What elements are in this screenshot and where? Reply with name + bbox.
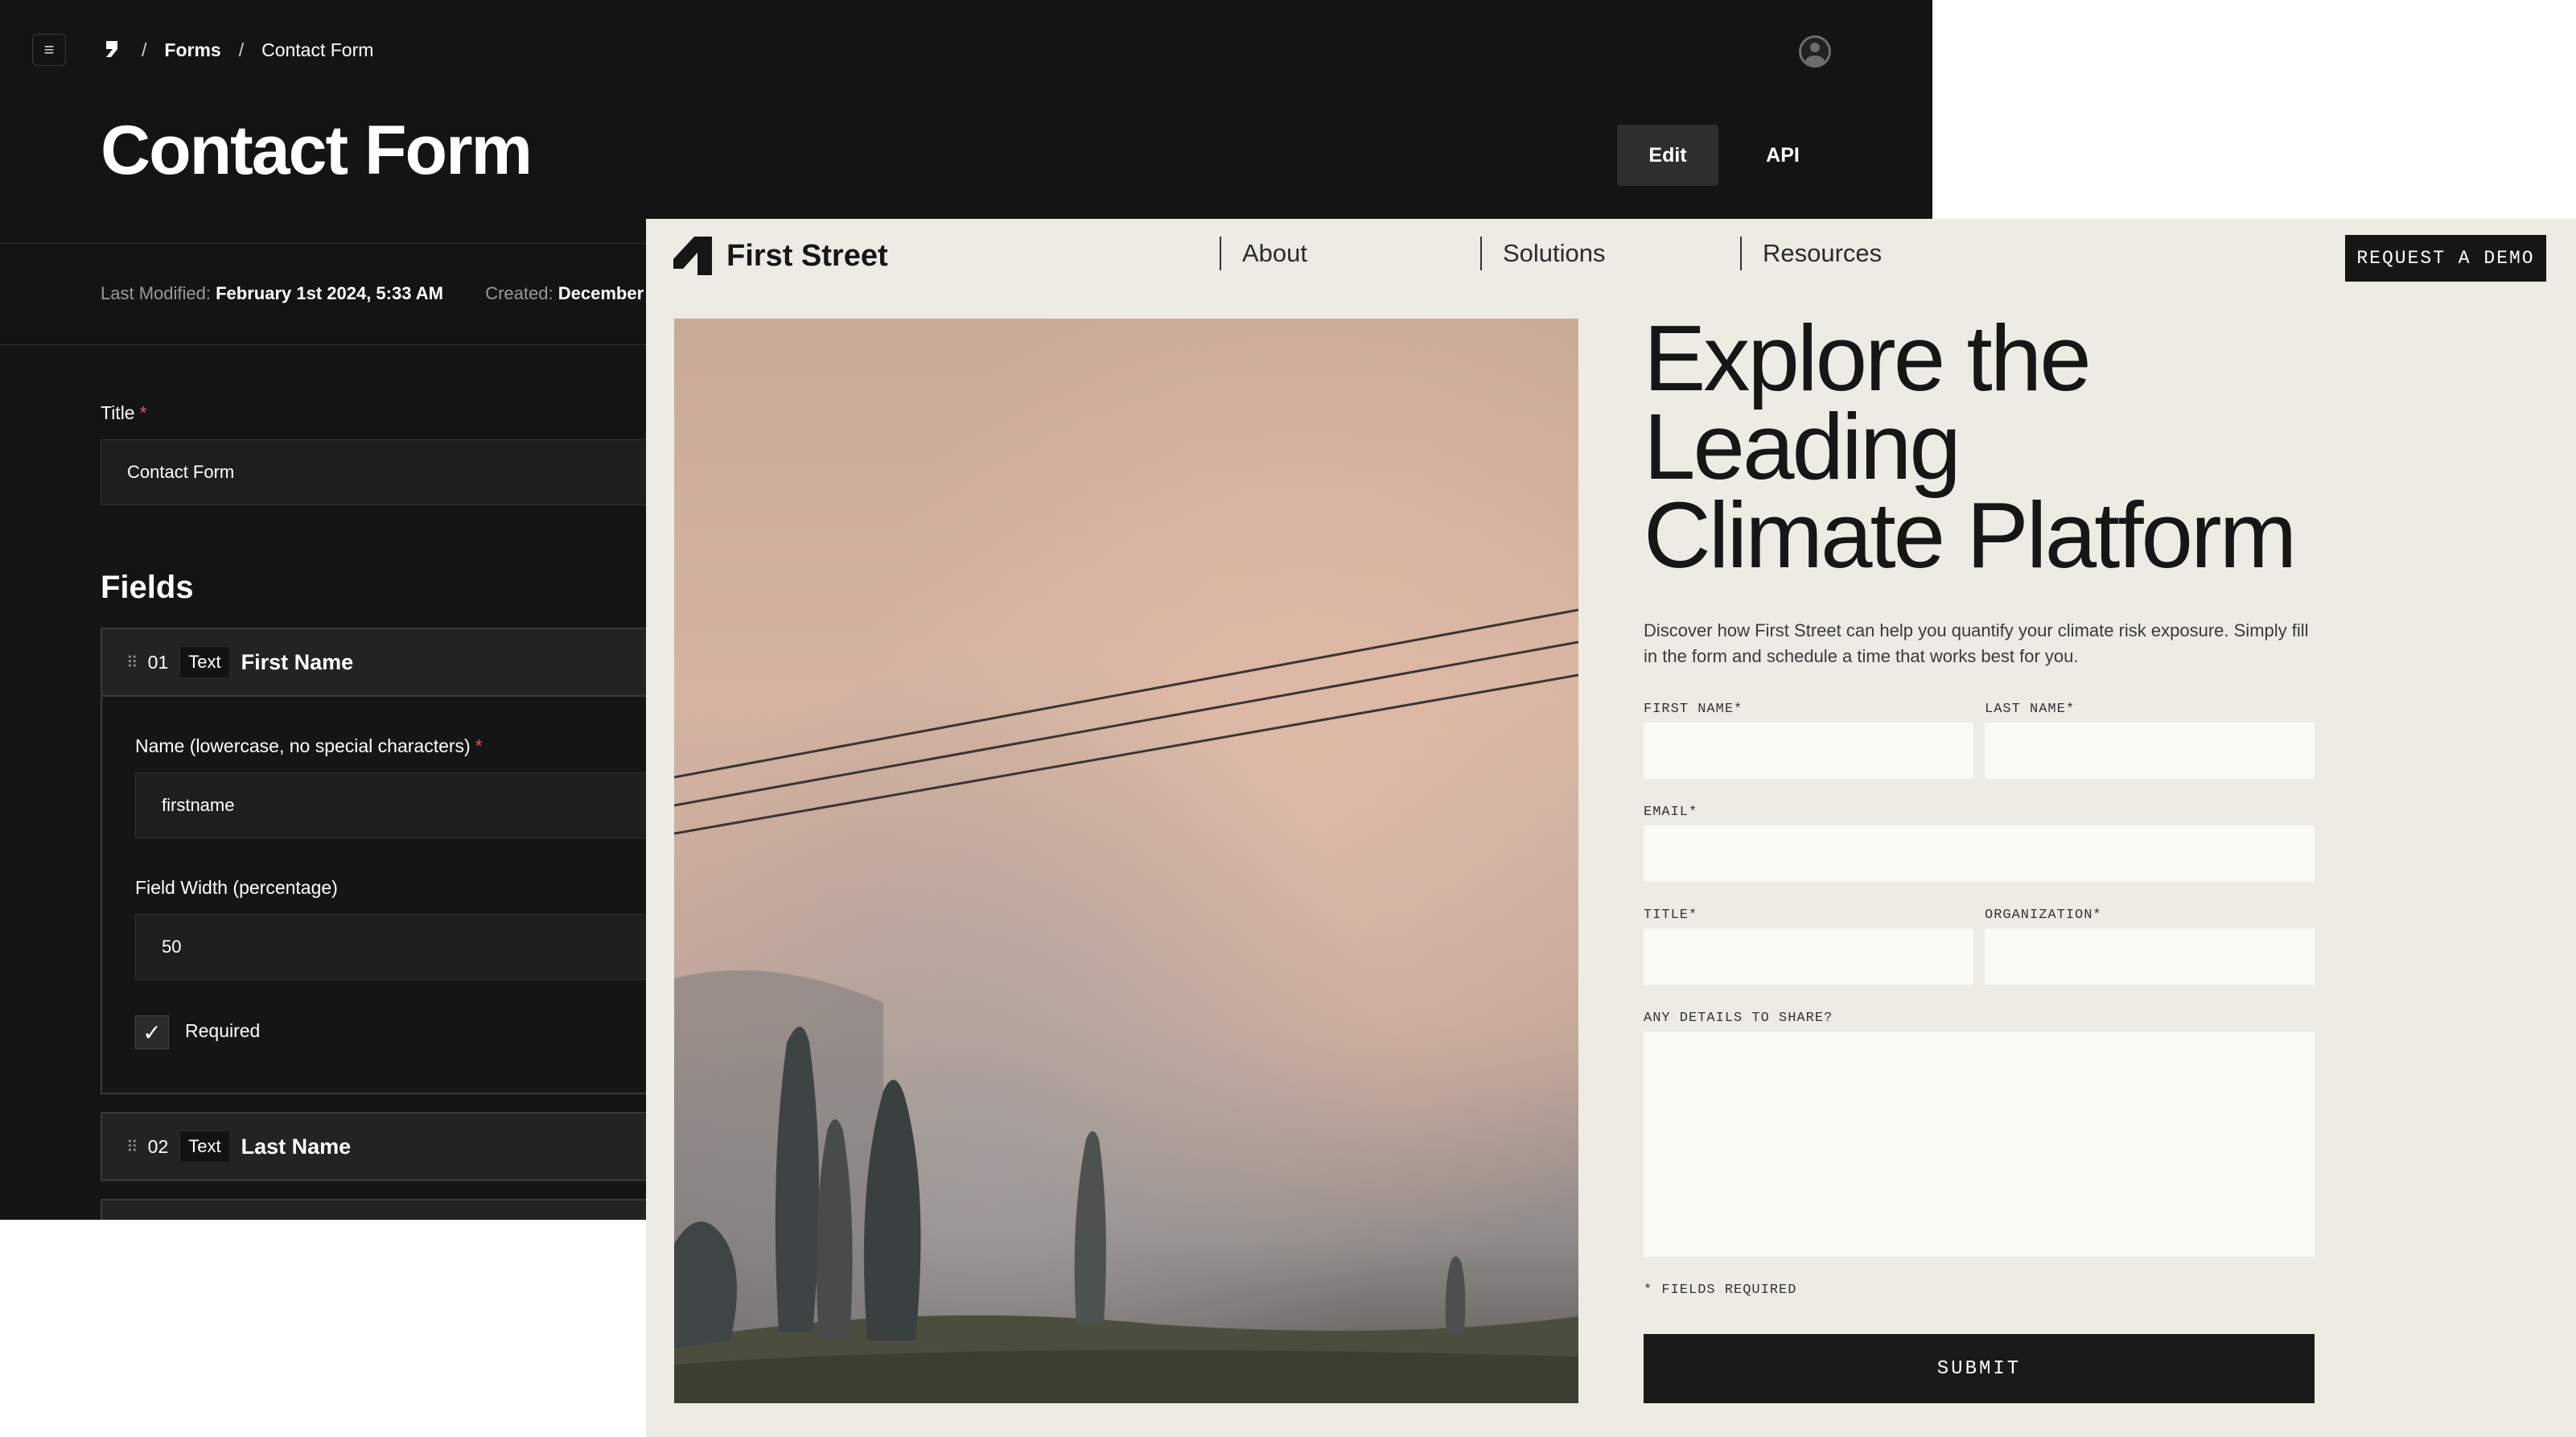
created-value: December 2 bbox=[558, 283, 659, 303]
breadcrumb-current: Contact Form bbox=[261, 39, 374, 60]
first-name-label: FIRST NAME* bbox=[1644, 702, 1743, 717]
title-label: TITLE* bbox=[1644, 908, 1698, 923]
email-input[interactable] bbox=[1644, 826, 2315, 882]
created-label: Created: bbox=[485, 283, 553, 303]
breadcrumb: / Forms / Contact Form bbox=[100, 35, 373, 64]
page-title: Contact Form bbox=[101, 112, 533, 189]
brand-name: First Street bbox=[726, 238, 888, 273]
hero-line: Climate Platform bbox=[1644, 483, 2297, 587]
hero-photo bbox=[674, 319, 1578, 1403]
field-number: 01 bbox=[147, 651, 169, 673]
edit-button[interactable]: Edit bbox=[1617, 125, 1718, 186]
modified-label: Last Modified: bbox=[101, 283, 211, 303]
nav-solutions[interactable]: Solutions bbox=[1480, 237, 1606, 270]
hero-headline: Explore the Leading Climate Platform bbox=[1644, 311, 2448, 582]
first-street-logo-icon bbox=[673, 237, 712, 275]
field-number: 02 bbox=[147, 1135, 169, 1157]
nav-resources[interactable]: Resources bbox=[1740, 237, 1882, 270]
email-label: EMAIL* bbox=[1644, 805, 1698, 820]
app-logo-icon[interactable] bbox=[100, 38, 124, 62]
site-preview: First Street About Solutions Resources R… bbox=[646, 219, 2576, 1437]
api-button[interactable]: API bbox=[1744, 125, 1821, 186]
breadcrumb-separator: / bbox=[142, 39, 147, 60]
required-label: Required bbox=[185, 1020, 261, 1041]
request-demo-button[interactable]: REQUEST A DEMO bbox=[2345, 235, 2546, 282]
required-note: * FIELDS REQUIRED bbox=[1644, 1283, 1797, 1298]
first-name-input[interactable] bbox=[1644, 723, 1973, 779]
hamburger-icon: ≡ bbox=[43, 39, 55, 60]
field-type-badge: Text bbox=[179, 1130, 230, 1163]
drag-handle-icon[interactable]: ⠿ bbox=[126, 653, 138, 673]
organization-label: ORGANIZATION* bbox=[1985, 908, 2102, 923]
details-textarea[interactable] bbox=[1644, 1031, 2315, 1257]
title-field-label: Title * bbox=[101, 402, 147, 423]
required-marker: * bbox=[139, 402, 147, 423]
details-label: ANY DETAILS TO SHARE? bbox=[1644, 1011, 1833, 1026]
field-name: Last Name bbox=[241, 1134, 352, 1159]
last-name-input[interactable] bbox=[1985, 723, 2315, 779]
menu-button[interactable]: ≡ bbox=[32, 34, 66, 66]
required-checkbox[interactable]: ✓ bbox=[135, 1015, 169, 1049]
nav-about[interactable]: About bbox=[1220, 237, 1307, 270]
breadcrumb-forms-link[interactable]: Forms bbox=[164, 39, 220, 61]
checkmark-icon: ✓ bbox=[142, 1019, 162, 1045]
user-avatar-icon[interactable] bbox=[1799, 35, 1831, 68]
organization-input[interactable] bbox=[1985, 928, 2315, 985]
field-type-badge: Text bbox=[179, 646, 230, 678]
field-name: First Name bbox=[241, 649, 354, 674]
last-name-label: LAST NAME* bbox=[1985, 702, 2076, 717]
width-field-label: Field Width (percentage) bbox=[135, 877, 338, 898]
breadcrumb-separator: / bbox=[238, 39, 245, 60]
meta-info: Last Modified: February 1st 2024, 5:33 A… bbox=[101, 283, 658, 304]
hero-description: Discover how First Street can help you q… bbox=[1644, 620, 2309, 666]
modified-value: February 1st 2024, 5:33 AM bbox=[216, 283, 443, 303]
drag-handle-icon[interactable]: ⠿ bbox=[126, 1137, 138, 1157]
fields-heading: Fields bbox=[101, 570, 194, 605]
required-marker: * bbox=[475, 735, 483, 756]
site-logo[interactable]: First Street bbox=[673, 235, 888, 277]
name-field-label: Name (lowercase, no special characters) * bbox=[135, 735, 483, 756]
submit-button[interactable]: SUBMIT bbox=[1644, 1334, 2315, 1403]
title-input[interactable] bbox=[1644, 928, 1973, 985]
